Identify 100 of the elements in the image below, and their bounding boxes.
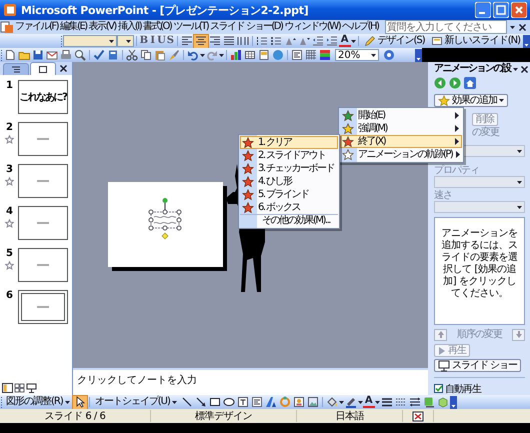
menu-item[interactable]: 表示(V): [88, 21, 117, 33]
outline-icon[interactable]: [11, 65, 21, 74]
new-slide-button[interactable]: 新しいスライド(N): [428, 35, 523, 47]
back-icon[interactable]: [434, 77, 446, 89]
chevron-icon[interactable]: [450, 396, 457, 408]
menu-item[interactable]: 挿入(I): [116, 21, 142, 33]
menu-item[interactable]: 2. スライドアウト: [240, 149, 338, 162]
double-arrows-icon[interactable]: [408, 396, 421, 408]
add-effect-button[interactable]: 効果の追加: [434, 94, 508, 107]
alignment-button[interactable]: [236, 34, 250, 48]
menu-item[interactable]: ツール(T): [172, 21, 210, 33]
dropdown-arrow-icon[interactable]: [512, 66, 518, 72]
screen-icon[interactable]: [26, 383, 37, 393]
menu-item[interactable]: ヘルプ(H): [341, 21, 380, 33]
grip-icon[interactable]: [60, 34, 63, 48]
book-icon[interactable]: [107, 49, 119, 61]
close-icon[interactable]: [59, 64, 68, 73]
close-icon[interactable]: [518, 22, 527, 32]
text-lines-icon[interactable]: [250, 396, 263, 408]
bulleted-list-icon[interactable]: [270, 35, 282, 47]
font-size-field[interactable]: [117, 35, 134, 47]
swoosh-icon[interactable]: [264, 396, 277, 408]
numbered-list-icon[interactable]: [256, 35, 268, 47]
thick-lines-icon[interactable]: [380, 396, 393, 408]
dropdown-arrow-icon[interactable]: [510, 24, 515, 30]
chart-icon[interactable]: [230, 49, 242, 61]
design-button[interactable]: デザイン(S): [360, 35, 428, 47]
bold-button[interactable]: B: [139, 35, 148, 47]
rectangle-icon[interactable]: [208, 396, 221, 408]
menu-item[interactable]: 開始(E): [340, 109, 462, 122]
grip-icon[interactable]: [0, 396, 3, 408]
alignment-button[interactable]: [194, 34, 208, 48]
font-field[interactable]: [63, 35, 118, 47]
menu-item[interactable]: アニメーションの軌跡(P): [340, 148, 462, 161]
dropdown-field[interactable]: [434, 176, 525, 188]
pen-icon[interactable]: [344, 396, 357, 408]
scissors-icon[interactable]: [126, 49, 138, 61]
panel-tab[interactable]: [30, 62, 56, 75]
paint-bucket-icon[interactable]: [326, 396, 338, 408]
grid-icon[interactable]: [305, 49, 317, 61]
slide-show-button[interactable]: スライド ショー: [434, 359, 522, 372]
arrange-button[interactable]: 図形の調整(R): [3, 396, 73, 408]
alignment-button[interactable]: [222, 34, 236, 48]
check-mark-icon[interactable]: [93, 49, 105, 61]
menu-item[interactable]: 6. ボックス: [240, 201, 338, 214]
maximize-icon[interactable]: [493, 2, 509, 18]
indent-icon[interactable]: [326, 35, 338, 47]
menu-item[interactable]: ウィンドウ(W): [283, 21, 342, 33]
magnifier-icon[interactable]: [74, 49, 86, 61]
document-icon[interactable]: [258, 49, 270, 61]
dropdown-arrow-icon[interactable]: [338, 398, 344, 406]
dropdown-arrow-icon[interactable]: [358, 398, 363, 406]
slide-icon[interactable]: [38, 64, 48, 74]
clipboard-icon[interactable]: [154, 49, 166, 61]
undo-icon[interactable]: [187, 49, 199, 61]
copy-icon[interactable]: [140, 49, 152, 61]
slide-thumbnail[interactable]: [18, 290, 68, 324]
autoplay-checkbox[interactable]: [434, 384, 443, 393]
alignment-button[interactable]: [208, 34, 222, 48]
text-lines-icon[interactable]: [291, 49, 303, 61]
printer-icon[interactable]: [60, 49, 72, 61]
help-search-field[interactable]: 質問を入力してください: [385, 20, 507, 34]
grid-icon[interactable]: [14, 383, 25, 393]
slide-thumbnail[interactable]: これなあに?: [18, 80, 68, 114]
grip-icon[interactable]: [0, 48, 3, 62]
close-icon[interactable]: [520, 64, 528, 74]
dropdown-arrow-icon[interactable]: [374, 398, 380, 406]
menu-item[interactable]: 5. ブラインド: [240, 188, 338, 201]
menu-item[interactable]: スライド ショー(D): [209, 21, 284, 33]
home-icon[interactable]: [464, 77, 476, 89]
dropdown-arrow-icon[interactable]: [350, 38, 356, 44]
square-icon[interactable]: [422, 396, 435, 408]
dropdown-arrow-icon[interactable]: [200, 52, 205, 58]
document-icon[interactable]: [0, 21, 14, 33]
menu-item[interactable]: 4. ひし形: [240, 175, 338, 188]
dropdown-field[interactable]: [434, 201, 525, 213]
panel-tab[interactable]: [3, 63, 29, 75]
menu-item[interactable]: 1. クリア: [240, 136, 338, 149]
zoom-field[interactable]: 20%: [335, 49, 379, 61]
panes-icon[interactable]: [2, 383, 13, 393]
alignment-button[interactable]: [180, 34, 194, 48]
help-icon[interactable]: [383, 49, 395, 61]
arrow-icon[interactable]: [194, 396, 207, 408]
dashes-icon[interactable]: [394, 396, 407, 408]
menu-item[interactable]: 強調(M): [340, 122, 462, 135]
forward-icon[interactable]: [449, 77, 461, 89]
clip-art-icon[interactable]: [292, 396, 305, 408]
menu-item[interactable]: 終了(X): [340, 135, 462, 148]
italic-button[interactable]: I: [148, 35, 158, 47]
autoshape-button[interactable]: オートシェイプ(U): [92, 396, 180, 408]
table-icon[interactable]: [244, 49, 256, 61]
minimize-icon[interactable]: [475, 2, 491, 18]
menu-item[interactable]: 編集(E): [59, 21, 88, 33]
dropdown-arrow-icon[interactable]: [219, 52, 224, 58]
color-bars-icon[interactable]: [319, 49, 331, 61]
outdent-icon[interactable]: [312, 35, 324, 47]
underline-button[interactable]: U: [157, 35, 166, 47]
text-box-icon[interactable]: [236, 396, 249, 408]
menu-item[interactable]: その他の効果(M)...: [240, 214, 338, 227]
line-icon[interactable]: [180, 396, 193, 408]
